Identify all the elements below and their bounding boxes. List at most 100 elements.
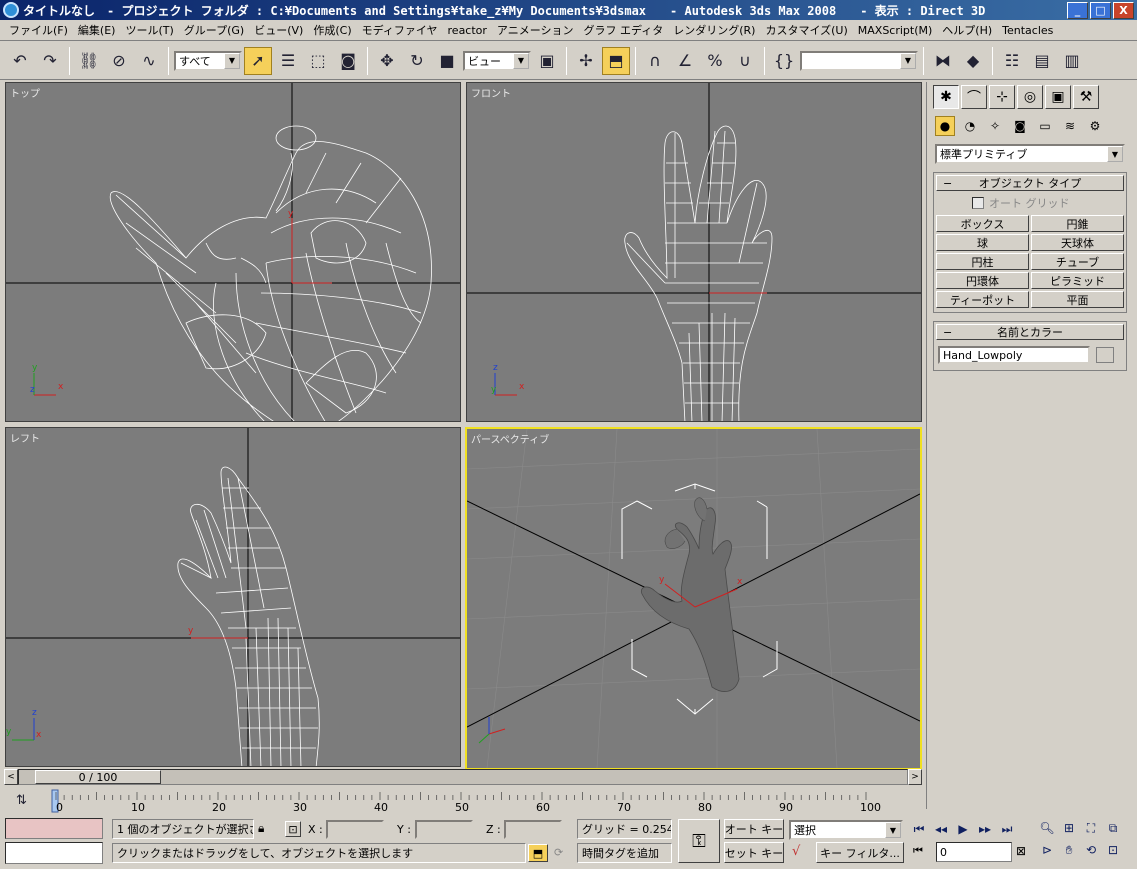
angle-snap-icon[interactable]: ∠ bbox=[671, 47, 699, 75]
percent-snap-icon[interactable]: % bbox=[701, 47, 729, 75]
chevron-down-icon[interactable]: ▼ bbox=[224, 52, 240, 69]
box-button[interactable]: ボックス bbox=[936, 215, 1029, 232]
hierarchy-tab-icon[interactable]: ⊹ bbox=[989, 85, 1015, 109]
crossing-mode-icon[interactable]: ⟳ bbox=[554, 846, 563, 859]
viewport-perspective-label[interactable]: パースペクティブ bbox=[471, 431, 549, 446]
viewport-left-label[interactable]: レフト bbox=[10, 430, 40, 445]
chevron-down-icon[interactable]: ▼ bbox=[513, 52, 529, 69]
menu-file[interactable]: ファイル(F) bbox=[4, 22, 73, 38]
key-mode-toggle-icon[interactable]: ⏮ bbox=[913, 844, 923, 858]
redo-icon[interactable]: ↷ bbox=[36, 47, 64, 75]
key-filters-button[interactable]: キー フィルタ... bbox=[816, 842, 904, 863]
selection-lock-toggle-icon[interactable]: ⬒ bbox=[528, 844, 548, 862]
absolute-mode-icon[interactable]: ⊡ bbox=[285, 821, 301, 837]
menu-group[interactable]: グループ(G) bbox=[179, 22, 249, 38]
app-logo-icon[interactable] bbox=[3, 2, 19, 18]
select-by-name-icon[interactable]: ☰ bbox=[274, 47, 302, 75]
menu-tools[interactable]: ツール(T) bbox=[120, 22, 178, 38]
shapes-icon[interactable]: ◔ bbox=[960, 116, 980, 136]
y-coord-input[interactable] bbox=[415, 820, 473, 839]
key-mode-dropdown[interactable]: 選択 ▼ bbox=[789, 820, 903, 840]
zoom-extents-all-icon[interactable]: ⧉ bbox=[1102, 818, 1124, 838]
hand-wireframe-front[interactable] bbox=[624, 125, 773, 422]
menu-help[interactable]: ヘルプ(H) bbox=[937, 22, 997, 38]
undo-icon[interactable]: ↶ bbox=[6, 47, 34, 75]
menu-modifiers[interactable]: モディファイヤ bbox=[357, 22, 443, 38]
maxscript-listener-mini[interactable] bbox=[5, 818, 103, 839]
add-time-tag-field[interactable]: 時間タグを追加 bbox=[577, 843, 672, 863]
set-key-icon[interactable]: ⚿ bbox=[678, 819, 720, 863]
current-frame-input[interactable]: 0 bbox=[936, 842, 1012, 862]
chevron-down-icon[interactable]: ▼ bbox=[885, 822, 901, 838]
selection-filter-dropdown[interactable]: すべて ▼ bbox=[174, 50, 242, 71]
pivot-center-icon[interactable]: ▣ bbox=[533, 47, 561, 75]
named-selection-dropdown[interactable]: ▼ bbox=[800, 50, 918, 71]
spinner-snap-icon[interactable]: ∪ bbox=[731, 47, 759, 75]
primitive-category-dropdown[interactable]: 標準プリミティブ ▼ bbox=[935, 144, 1125, 164]
object-color-swatch[interactable] bbox=[1096, 347, 1114, 363]
zoom-icon[interactable]: 🔍︎ bbox=[1036, 818, 1058, 838]
viewport-perspective[interactable]: x y パースペクティブ bbox=[465, 427, 922, 770]
reference-coord-dropdown[interactable]: ビュー ▼ bbox=[463, 50, 531, 71]
systems-icon[interactable]: ⚙ bbox=[1085, 116, 1105, 136]
maxscript-input-mini[interactable] bbox=[5, 842, 103, 864]
chevron-down-icon[interactable]: ▼ bbox=[900, 52, 916, 69]
set-key-button[interactable]: セット キー bbox=[724, 842, 784, 863]
select-and-link-icon[interactable]: ⛓ bbox=[75, 47, 103, 75]
select-move-icon[interactable]: ✥ bbox=[373, 47, 401, 75]
hand-wireframe-left[interactable] bbox=[177, 466, 320, 767]
schematic-view-icon[interactable]: ▥ bbox=[1058, 47, 1086, 75]
auto-key-button[interactable]: オート キー bbox=[724, 819, 784, 839]
utilities-tab-icon[interactable]: ⚒ bbox=[1073, 85, 1099, 109]
geosphere-button[interactable]: 天球体 bbox=[1031, 234, 1124, 251]
keyboard-shortcut-override-icon[interactable]: ⬒ bbox=[602, 46, 630, 75]
go-to-start-icon[interactable]: ⏮ bbox=[908, 819, 930, 839]
menu-reactor[interactable]: reactor bbox=[443, 24, 492, 37]
layer-manager-icon[interactable]: ☷ bbox=[998, 47, 1026, 75]
viewport-top-label[interactable]: トップ bbox=[10, 85, 40, 100]
object-name-input[interactable]: Hand_Lowpoly bbox=[938, 346, 1090, 364]
window-crossing-icon[interactable]: ◙ bbox=[334, 47, 362, 75]
lights-icon[interactable]: ✧ bbox=[985, 116, 1005, 136]
cone-button[interactable]: 円錐 bbox=[1031, 215, 1124, 232]
bind-space-warp-icon[interactable]: ∿ bbox=[135, 47, 163, 75]
unlink-icon[interactable]: ⊘ bbox=[105, 47, 133, 75]
arc-rotate-icon[interactable]: ⟲ bbox=[1080, 840, 1102, 860]
cylinder-button[interactable]: 円柱 bbox=[936, 253, 1029, 270]
x-coord-input[interactable] bbox=[326, 820, 384, 839]
pan-icon[interactable]: ✋︎ bbox=[1058, 840, 1080, 860]
menu-tentacles[interactable]: Tentacles bbox=[997, 24, 1058, 37]
title-bar[interactable]: タイトルなし - プロジェクト フォルダ : C:¥Documents and … bbox=[0, 0, 1137, 20]
plane-button[interactable]: 平面 bbox=[1031, 291, 1124, 308]
viewport-front-label[interactable]: フロント bbox=[471, 85, 511, 100]
zoom-all-icon[interactable]: ⊞ bbox=[1058, 818, 1080, 838]
mirror-icon[interactable]: ⧓ bbox=[929, 47, 957, 75]
play-icon[interactable]: ▶ bbox=[952, 819, 974, 839]
menu-maxscript[interactable]: MAXScript(M) bbox=[853, 24, 938, 37]
menu-graph-editors[interactable]: グラフ エディタ bbox=[578, 22, 668, 38]
close-button[interactable]: X bbox=[1113, 1, 1134, 19]
track-bar[interactable]: ⇅ 0 10 20 30 40 50 60 70 80 90 100 bbox=[4, 788, 922, 816]
align-icon[interactable]: ◆ bbox=[959, 47, 987, 75]
menu-animation[interactable]: アニメーション bbox=[492, 22, 579, 38]
create-tab-icon[interactable]: ✱ bbox=[933, 85, 959, 109]
default-in-out-tangent-icon[interactable]: √ bbox=[792, 844, 800, 859]
time-next-arrow-icon[interactable]: > bbox=[908, 769, 922, 785]
tube-button[interactable]: チューブ bbox=[1031, 253, 1124, 270]
teapot-button[interactable]: ティーポット bbox=[936, 291, 1029, 308]
z-coord-input[interactable] bbox=[504, 820, 562, 839]
lock-selection-icon[interactable]: 🔒︎ bbox=[258, 821, 264, 836]
time-slider-track[interactable]: 0 / 100 bbox=[18, 769, 908, 785]
viewport-left[interactable]: y y z x レフト bbox=[5, 427, 461, 767]
name-color-rollout-header[interactable]: − 名前とカラー bbox=[936, 324, 1124, 340]
geometry-icon[interactable]: ● bbox=[935, 116, 955, 136]
modify-tab-icon[interactable]: ⌒ bbox=[961, 85, 987, 109]
autogrid-checkbox[interactable] bbox=[972, 197, 984, 209]
maximize-button[interactable]: □ bbox=[1090, 1, 1111, 19]
motion-tab-icon[interactable]: ◎ bbox=[1017, 85, 1043, 109]
space-warps-icon[interactable]: ≋ bbox=[1060, 116, 1080, 136]
minimize-button[interactable]: _ bbox=[1067, 1, 1088, 19]
time-slider-thumb[interactable]: 0 / 100 bbox=[35, 770, 161, 784]
menu-create[interactable]: 作成(C) bbox=[308, 22, 356, 38]
curve-editor-icon[interactable]: ▤ bbox=[1028, 47, 1056, 75]
